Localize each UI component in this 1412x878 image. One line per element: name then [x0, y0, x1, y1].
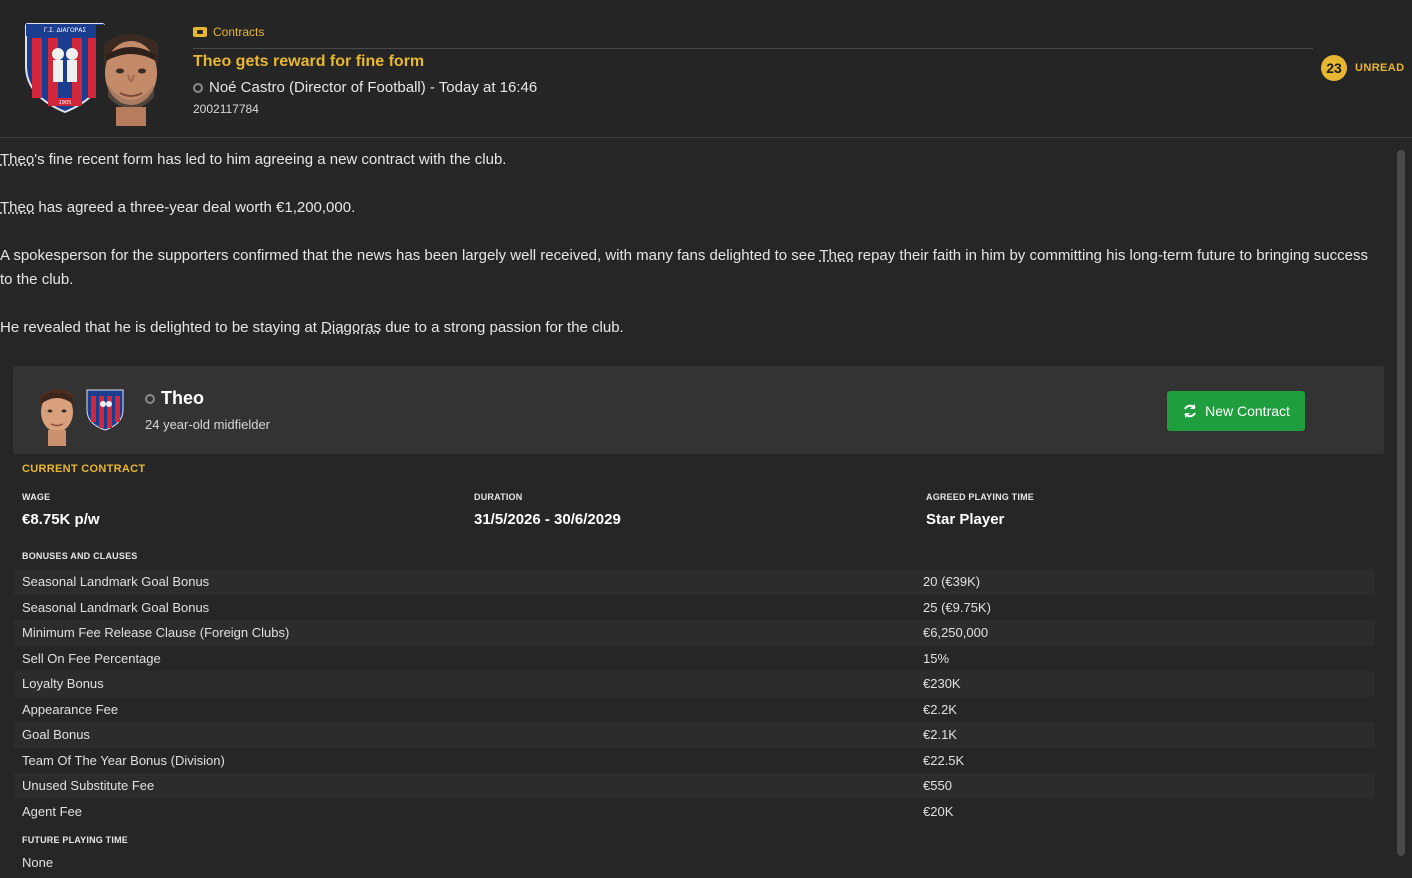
table-row: Seasonal Landmark Goal Bonus 20 (€39K) [14, 569, 1375, 595]
paragraph-3: A spokesperson for the supporters confir… [0, 244, 1380, 292]
bonus-name: Team Of The Year Bonus (Division) [22, 752, 225, 768]
crest-year: 1905 [59, 100, 72, 106]
bonus-name: Minimum Fee Release Clause (Foreign Club… [22, 625, 290, 641]
bonus-name: Seasonal Landmark Goal Bonus [22, 574, 210, 590]
duration-label: DURATION [474, 492, 523, 502]
table-row: Appearance Fee €2.2K [14, 697, 1375, 723]
player-avatar[interactable] [34, 380, 80, 446]
paragraph-text: He revealed that he is delighted to be s… [0, 319, 322, 336]
bonus-name: Unused Substitute Fee [22, 778, 155, 794]
bonuses-heading: BONUSES AND CLAUSES [22, 551, 138, 561]
bonus-value: 15% [923, 650, 950, 666]
person-icon [193, 82, 203, 93]
paragraph-text: 's fine recent form has led to him agree… [34, 151, 507, 168]
player-description: 24 year-old midfielder [145, 417, 271, 432]
bonuses-table: Seasonal Landmark Goal Bonus 20 (€39K) Se… [14, 569, 1375, 824]
player-name-label: Theo [161, 388, 204, 408]
vertical-scrollbar[interactable] [1397, 150, 1405, 856]
paragraph-2: Theo has agreed a three-year deal worth … [0, 196, 1380, 220]
table-row: Loyalty Bonus €230K [14, 671, 1375, 697]
unread-indicator[interactable]: 23 UNREAD [1321, 55, 1404, 81]
bonus-value: €22.5K [923, 752, 965, 768]
category-label: Contracts [213, 25, 265, 39]
table-row: Seasonal Landmark Goal Bonus 25 (€9.75K) [14, 595, 1375, 621]
paragraph-4: He revealed that he is delighted to be s… [0, 316, 1380, 340]
bonus-name: Agent Fee [22, 803, 82, 819]
new-contract-button[interactable]: New Contract [1167, 391, 1305, 431]
bonus-value: €20K [923, 803, 954, 819]
paragraph-text: A spokesperson for the supporters confir… [0, 247, 820, 264]
bonus-name: Loyalty Bonus [22, 676, 104, 692]
wage-value: €8.75K p/w [22, 511, 100, 528]
message-header: Γ.Σ. ΔΙΑΓΟΡΑΣ 1905 Contracts Theo gets r… [0, 0, 1412, 138]
bonus-value: 20 (€39K) [923, 574, 981, 590]
refresh-icon [1184, 404, 1196, 418]
paragraph-text: has agreed a three-year deal worth €1,20… [34, 199, 356, 216]
unread-label: UNREAD [1355, 62, 1405, 74]
category-tag[interactable]: Contracts [193, 25, 264, 39]
future-playing-time-heading: FUTURE PLAYING TIME [22, 835, 128, 845]
future-playing-time-value: None [22, 855, 54, 870]
crest-lettering: Γ.Σ. ΔΙΑΓΟΡΑΣ [44, 27, 87, 34]
person-icon [145, 393, 155, 404]
club-crest-icon [86, 389, 124, 431]
bonus-name: Goal Bonus [22, 727, 90, 743]
wage-label: WAGE [22, 492, 51, 502]
sender-avatar [96, 25, 166, 126]
playing-time-value: Star Player [926, 511, 1005, 528]
table-row: Minimum Fee Release Clause (Foreign Club… [14, 620, 1375, 646]
bonus-value: €230K [923, 676, 961, 692]
message-title: Theo gets reward for fine form [193, 53, 425, 70]
current-contract-heading: CURRENT CONTRACT [22, 463, 146, 475]
duration-value: 31/5/2026 - 30/6/2029 [474, 511, 621, 528]
player-link[interactable]: Theo [819, 247, 853, 264]
bonus-value: €2.2K [923, 701, 957, 717]
bonus-name: Seasonal Landmark Goal Bonus [22, 599, 210, 615]
player-link[interactable]: Theo [0, 199, 34, 216]
table-row: Sell On Fee Percentage 15% [14, 646, 1375, 672]
player-panel: Theo 24 year-old midfielder New Contract [13, 366, 1384, 454]
bonus-value: €6,250,000 [923, 625, 989, 641]
player-link[interactable]: Theo [0, 151, 34, 168]
bonus-value: 25 (€9.75K) [923, 599, 991, 615]
player-name[interactable]: Theo [145, 388, 204, 409]
bonus-value: €2.1K [923, 727, 957, 743]
playing-time-label: AGREED PLAYING TIME [926, 492, 1034, 502]
table-row: Agent Fee €20K [14, 799, 1375, 825]
table-row: Team Of The Year Bonus (Division) €22.5K [14, 748, 1375, 774]
paragraph-text: due to a strong passion for the club. [381, 319, 624, 336]
bonus-name: Sell On Fee Percentage [22, 650, 161, 666]
message-id: 2002117784 [193, 102, 259, 116]
sender-label: Noé Castro (Director of Football) - Toda… [209, 79, 538, 96]
club-link[interactable]: Diagoras [321, 319, 381, 336]
ticket-icon [193, 27, 207, 37]
unread-count-badge: 23 [1321, 55, 1347, 81]
bonus-name: Appearance Fee [22, 701, 119, 717]
bonus-value: €550 [923, 778, 952, 794]
table-row: Goal Bonus €2.1K [14, 722, 1375, 748]
paragraph-1: Theo's fine recent form has led to him a… [0, 148, 1380, 172]
header-divider [193, 48, 1313, 49]
table-row: Unused Substitute Fee €550 [14, 773, 1375, 799]
message-sender[interactable]: Noé Castro (Director of Football) - Toda… [193, 79, 537, 96]
new-contract-label: New Contract [1205, 403, 1290, 419]
